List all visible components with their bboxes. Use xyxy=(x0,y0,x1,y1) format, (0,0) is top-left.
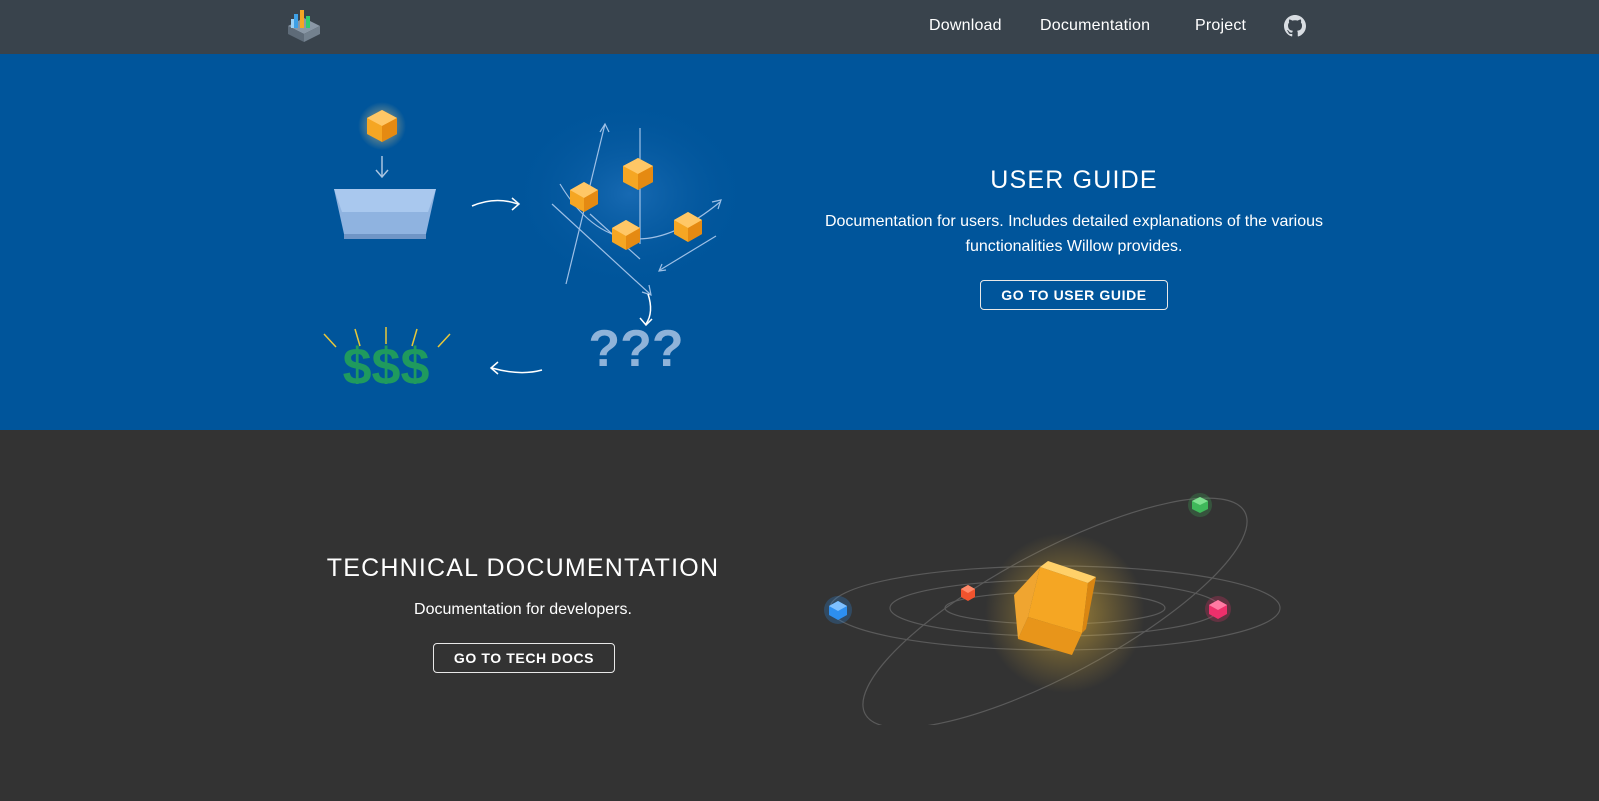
tech-docs-section: TECHNICAL DOCUMENTATION Documentation fo… xyxy=(0,430,1599,801)
planet-green-icon xyxy=(1188,493,1212,517)
go-to-user-guide-button[interactable]: GO TO USER GUIDE xyxy=(980,280,1168,310)
user-guide-description: Documentation for users. Includes detail… xyxy=(824,213,1324,255)
tech-docs-description: Documentation for developers. xyxy=(414,601,632,618)
dollar-signs: $$$ xyxy=(343,338,430,384)
nav-documentation[interactable]: Documentation xyxy=(1040,17,1150,35)
input-cube-icon xyxy=(358,102,406,150)
navbar: Download Documentation Project xyxy=(0,0,1599,54)
tray-icon xyxy=(334,189,436,239)
workflow-illustration: ??? $$$ xyxy=(323,99,750,384)
planet-blue-icon xyxy=(824,596,852,624)
orbit-illustration xyxy=(824,493,1281,725)
question-marks: ??? xyxy=(588,320,683,378)
nav-project[interactable]: Project xyxy=(1195,17,1246,35)
willow-logo-icon[interactable] xyxy=(284,6,324,44)
user-guide-section: ??? $$$ USER GUIDE Documentation for use… xyxy=(0,54,1599,430)
user-guide-title: USER GUIDE xyxy=(990,166,1158,194)
github-icon[interactable] xyxy=(1284,15,1306,37)
nav-download[interactable]: Download xyxy=(929,17,1002,35)
go-to-tech-docs-button[interactable]: GO TO TECH DOCS xyxy=(433,643,615,673)
planet-pink-icon xyxy=(1205,596,1231,622)
tech-docs-title: TECHNICAL DOCUMENTATION xyxy=(326,554,720,582)
